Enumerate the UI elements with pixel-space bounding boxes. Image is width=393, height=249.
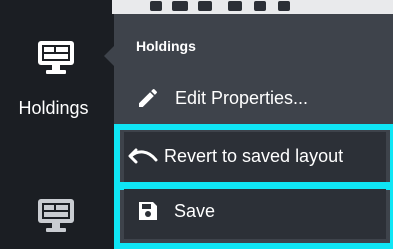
desktop-dashboard-icon (38, 199, 74, 232)
menu-title: Holdings (136, 38, 196, 54)
revert-to-saved-layout-menu-item[interactable]: Revert to saved layout (124, 132, 386, 182)
toolbar-icon[interactable] (172, 1, 188, 11)
menu-item-label: Save (174, 201, 216, 221)
save-menu-item[interactable]: Save (124, 189, 386, 239)
menu-header: Holdings (114, 14, 393, 70)
sidebar: Holdings (0, 0, 112, 249)
menu-item-label: Revert to saved layout (164, 146, 344, 166)
toolbar-icon[interactable] (228, 1, 242, 11)
sidebar-item-second[interactable] (0, 188, 112, 249)
toolbar-icon[interactable] (198, 1, 212, 11)
pencil-icon (139, 88, 158, 107)
menu-pointer (104, 46, 114, 66)
undo-icon (128, 148, 158, 164)
context-menu: Holdings Edit Properties... Revert to sa… (114, 14, 393, 249)
toolbar-icon[interactable] (150, 1, 162, 11)
toolbar-strip (112, 0, 393, 14)
edit-properties-menu-item[interactable]: Edit Properties... (114, 75, 393, 123)
toolbar-icon[interactable] (254, 1, 266, 11)
floppy-disk-icon (139, 202, 157, 220)
menu-item-label: Edit Properties... (175, 88, 309, 108)
sidebar-item-label: Holdings (18, 98, 89, 118)
toolbar-icon[interactable] (278, 1, 290, 11)
desktop-dashboard-icon (38, 41, 74, 74)
